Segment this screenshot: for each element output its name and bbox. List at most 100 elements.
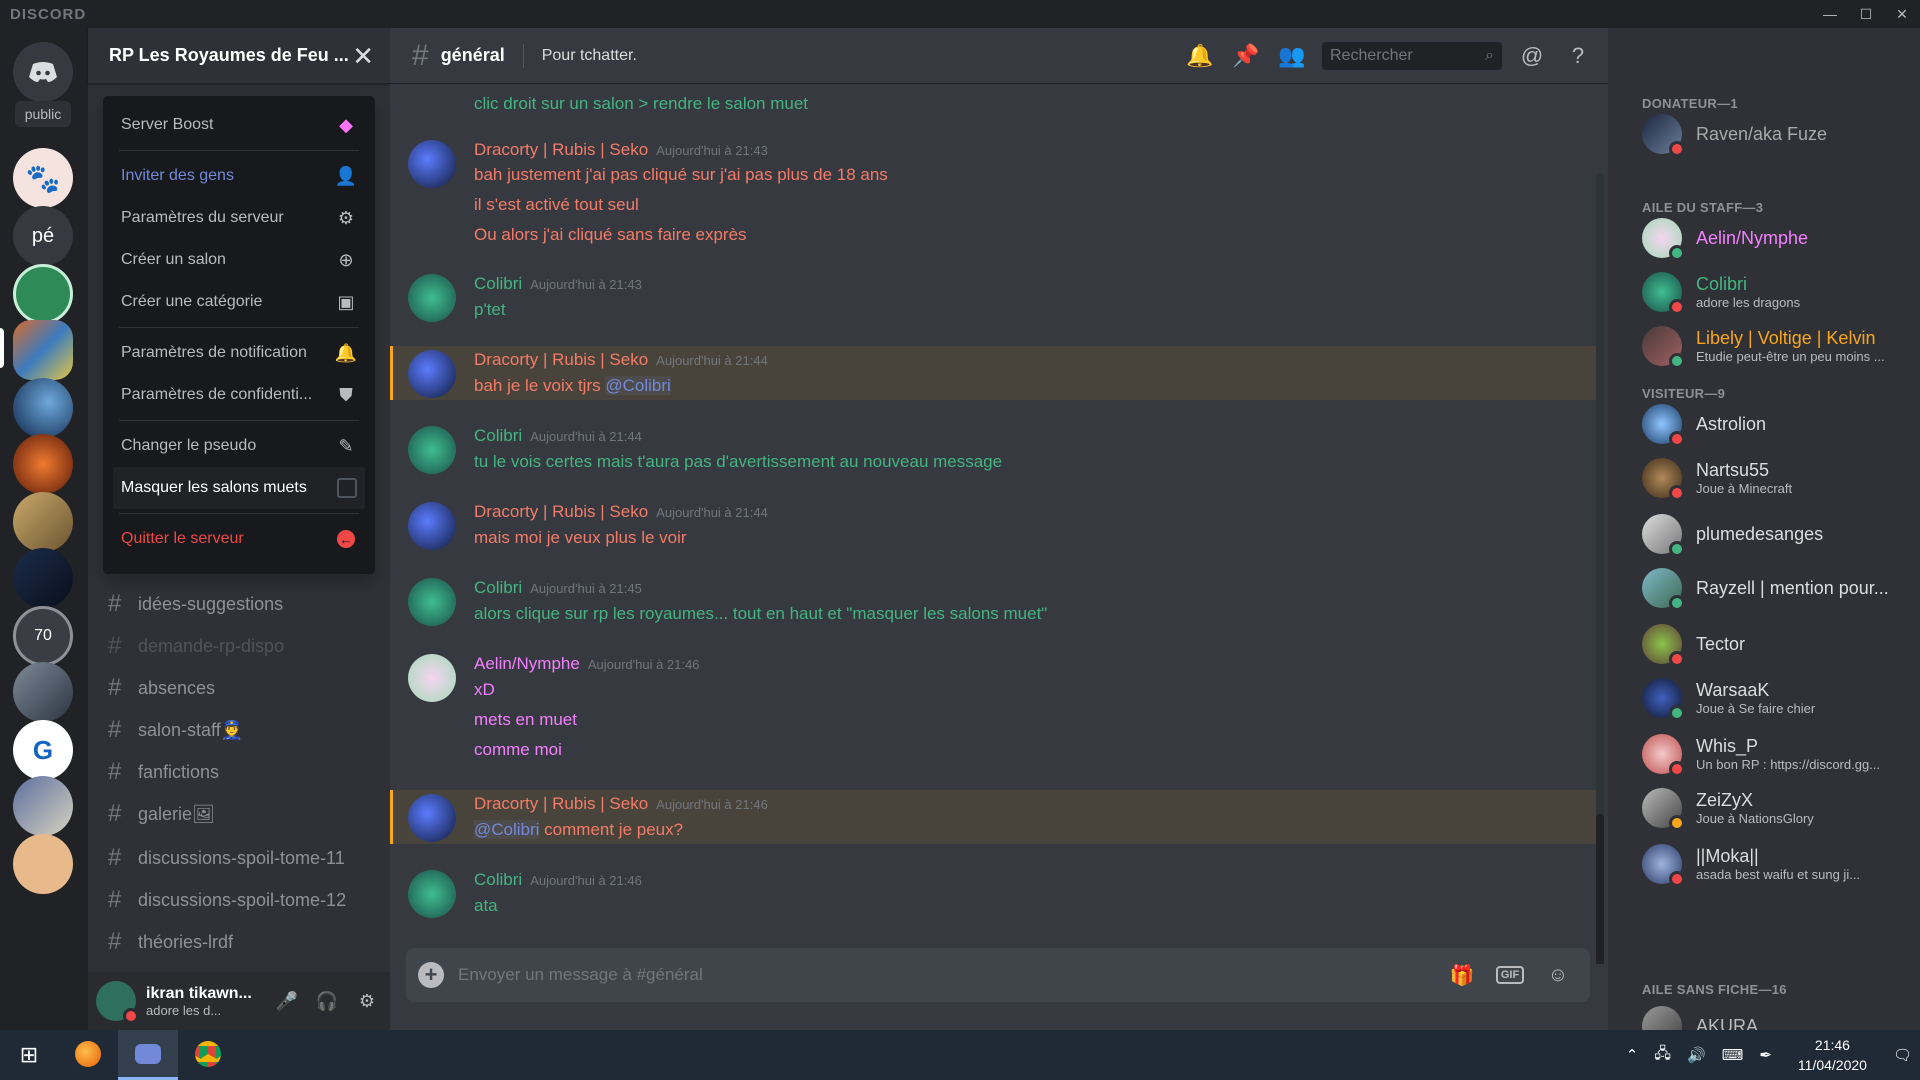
menu-item-server-settings[interactable]: Paramètres du serveur ⚙ [113,197,365,239]
members-icon[interactable]: 👥 [1276,40,1308,72]
member-item[interactable]: Raven/aka Fuze [1642,110,1912,158]
message-author[interactable]: Colibri [474,578,522,598]
member-item[interactable]: Libely | Voltige | Kelvin Etudie peut-êtr… [1642,322,1912,370]
upload-plus-icon[interactable]: + [418,962,444,988]
network-icon[interactable]: 🖧 [1654,1043,1671,1068]
help-icon[interactable]: ? [1562,40,1594,72]
message-author[interactable]: Colibri [474,274,522,294]
headphones-icon[interactable]: 🎧 [312,986,342,1016]
menu-item-change-nickname[interactable]: Changer le pseudo ✎ [113,425,365,467]
server-icon-grey[interactable] [13,662,73,722]
member-item[interactable]: plumedesanges [1642,510,1912,558]
avatar[interactable] [408,350,456,398]
server-icon-night[interactable] [13,378,73,438]
guild-header[interactable]: RP Les Royaumes de Feu ... ✕ [88,28,390,84]
server-icon-active[interactable] [13,320,73,380]
windows-start-icon[interactable]: ⊞ [0,1030,58,1080]
message-author[interactable]: Dracorty | Rubis | Seko [474,140,648,160]
home-button[interactable] [13,42,73,102]
server-icon-face[interactable] [13,834,73,894]
message-author[interactable]: Colibri [474,426,522,446]
bell-icon[interactable]: 🔔 [1184,40,1216,72]
member-item[interactable]: ZeiZyX Joue à NationsGlory [1642,784,1912,832]
channel-item[interactable]: # absences [108,670,386,706]
avatar[interactable] [408,140,456,188]
member-item[interactable]: Rayzell | mention pour... [1642,564,1912,612]
channel-item[interactable]: # théories-lrdf [108,924,386,960]
close-menu-icon[interactable]: ✕ [352,43,374,69]
channel-item[interactable]: # discussions-spoil-tome-11 [108,840,386,876]
mentions-icon[interactable]: @ [1516,40,1548,72]
server-icon-pe[interactable]: pé [13,206,73,266]
scrollbar[interactable] [1596,174,1604,964]
menu-item-server-boost[interactable]: Server Boost ◆ [113,104,365,146]
volume-icon[interactable]: 🔊 [1687,1046,1706,1064]
channel-item[interactable]: # idées-suggestions [108,586,386,622]
maximize-icon[interactable]: ☐ [1848,0,1884,28]
gear-icon[interactable]: ⚙ [352,986,382,1016]
search-input[interactable]: Rechercher ⌕ [1322,42,1502,70]
member-item[interactable]: WarsaaK Joue à Se faire chier [1642,674,1912,722]
server-icon-gold[interactable] [13,492,73,552]
gif-button[interactable]: GIF [1490,960,1530,990]
menu-item-hide-muted[interactable]: Masquer les salons muets [113,467,365,509]
server-icon-blue[interactable] [13,776,73,836]
member-item[interactable]: ||Moka|| asada best waifu et sung ji... [1642,840,1912,888]
member-item[interactable]: AKURA [1642,1002,1912,1030]
channel-item[interactable]: # galerie🖼 [108,796,386,832]
server-icon-paw[interactable]: 🐾 [13,148,73,208]
message-input[interactable]: Envoyer un message à #général [458,965,1434,985]
message-author[interactable]: Dracorty | Rubis | Seko [474,794,648,814]
server-icon-dark[interactable] [13,548,73,608]
menu-item-notification-settings[interactable]: Paramètres de notification 🔔 [113,332,365,374]
server-icon-logo[interactable]: G [13,720,73,780]
avatar[interactable] [408,274,456,322]
menu-item-privacy-settings[interactable]: Paramètres de confidenti... ⛊ [113,374,365,416]
pen-icon[interactable]: ✒ [1759,1046,1772,1064]
user-mention[interactable]: @Colibri [474,820,540,839]
emoji-icon[interactable]: ☺ [1538,960,1578,990]
menu-item-invite[interactable]: Inviter des gens 👤 [113,155,365,197]
close-window-icon[interactable]: ✕ [1884,0,1920,28]
menu-item-create-category[interactable]: Créer une catégorie ▣ [113,281,365,323]
server-icon-level[interactable]: 70 [13,606,73,666]
menu-item-leave-server[interactable]: Quitter le serveur ← [113,518,365,560]
chrome-icon[interactable] [178,1030,238,1080]
minimize-icon[interactable]: — [1812,0,1848,28]
microphone-icon[interactable]: 🎤 [272,986,302,1016]
avatar[interactable] [408,502,456,550]
scrollbar-thumb[interactable] [1596,814,1604,964]
message-author[interactable]: Dracorty | Rubis | Seko [474,350,648,370]
chevron-up-icon[interactable]: ⌃ [1626,1046,1639,1064]
avatar[interactable] [408,794,456,842]
channel-item[interactable]: # demande-rp-dispo [108,628,386,664]
avatar[interactable] [408,870,456,918]
discord-taskbar-icon[interactable] [118,1030,178,1080]
user-mention[interactable]: @Colibri [605,376,671,395]
member-item[interactable]: Whis_P Un bon RP : https://discord.gg... [1642,730,1912,778]
server-folder-label[interactable]: public [15,101,71,127]
checkbox-icon[interactable] [337,478,357,498]
member-item[interactable]: Astrolion [1642,400,1912,448]
message-author[interactable]: Colibri [474,870,522,890]
clock[interactable]: 21:46 11/04/2020 [1798,1035,1867,1075]
server-icon-fire[interactable] [13,434,73,494]
server-icon-green[interactable] [13,264,73,324]
ime-icon[interactable]: ⌨ [1722,1046,1744,1064]
avatar[interactable] [408,426,456,474]
pin-icon[interactable]: 📌 [1230,40,1262,72]
channel-item[interactable]: # fanfictions [108,754,386,790]
member-item[interactable]: Colibri adore les dragons [1642,268,1912,316]
channel-item[interactable]: # salon-staff👮 [108,712,386,748]
avatar[interactable] [408,654,456,702]
gift-icon[interactable]: 🎁 [1442,960,1482,990]
avatar[interactable] [96,981,139,1024]
channel-item[interactable]: # discussions-spoil-tome-12 [108,882,386,918]
avatar[interactable] [408,578,456,626]
message-author[interactable]: Aelin/Nymphe [474,654,580,674]
notifications-icon[interactable]: 🗨 [1893,1046,1912,1064]
member-item[interactable]: Nartsu55 Joue à Minecraft [1642,454,1912,502]
firefox-icon[interactable] [58,1030,118,1080]
message-author[interactable]: Dracorty | Rubis | Seko [474,502,648,522]
member-item[interactable]: Tector [1642,620,1912,668]
